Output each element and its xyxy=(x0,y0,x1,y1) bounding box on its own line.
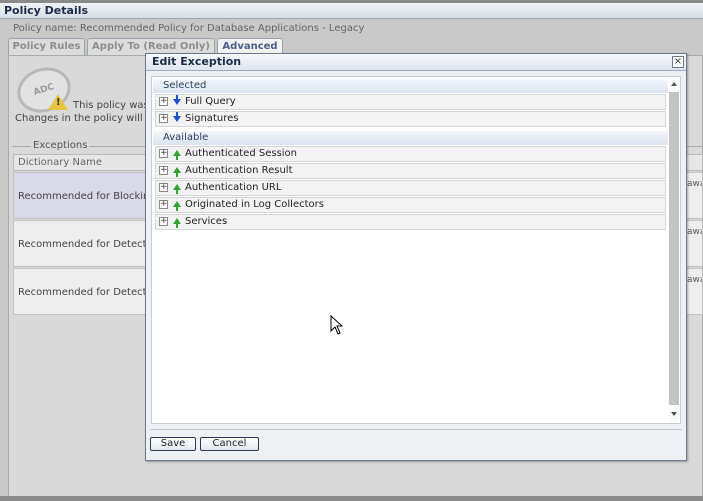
policy-warning-line1: This policy was xyxy=(73,100,149,111)
tree-item-signatures[interactable]: + Signatures xyxy=(155,111,666,127)
table-row[interactable]: Recommended for Detectio xyxy=(13,220,149,267)
tree-item-label: Full Query xyxy=(185,96,236,107)
table-row[interactable]: Recommended for Blocking xyxy=(13,172,149,219)
exceptions-legend: Exceptions xyxy=(31,140,90,151)
tree-item-label: Authenticated Session xyxy=(185,148,298,159)
policy-warning-line2: Changes in the policy will a xyxy=(15,113,152,124)
available-section-header: Available xyxy=(153,131,668,145)
scroll-down-icon[interactable] xyxy=(671,412,677,416)
cancel-button[interactable]: Cancel xyxy=(200,437,259,451)
tab-policy-rules[interactable]: Policy Rules xyxy=(8,38,85,55)
arrow-up-icon[interactable] xyxy=(173,167,181,177)
table-row[interactable]: Recommended for Detectio xyxy=(13,268,149,315)
arrow-down-icon[interactable] xyxy=(173,112,181,122)
tree-item-label: Services xyxy=(185,216,228,227)
expand-icon[interactable]: + xyxy=(159,97,168,106)
mouse-pointer-icon xyxy=(330,315,343,335)
table-cell: awa xyxy=(686,268,703,315)
tree-item-label: Signatures xyxy=(185,113,239,124)
dictionary-name-column-header[interactable]: Dictionary Name xyxy=(13,154,149,171)
tree-item-label: Originated in Log Collectors xyxy=(185,199,324,210)
vertical-scrollbar[interactable] xyxy=(669,78,679,422)
tree-item-authentication-result[interactable]: + Authentication Result xyxy=(155,163,666,179)
expand-icon[interactable]: + xyxy=(159,149,168,158)
expand-icon[interactable]: + xyxy=(159,200,168,209)
expand-icon[interactable]: + xyxy=(159,217,168,226)
tree-item-label: Authentication Result xyxy=(185,165,293,176)
arrow-up-icon[interactable] xyxy=(173,150,181,160)
expand-icon[interactable]: + xyxy=(159,166,168,175)
arrow-up-icon[interactable] xyxy=(173,184,181,194)
button-bar-divider xyxy=(150,429,682,430)
arrow-up-icon[interactable] xyxy=(173,201,181,211)
tree-item-authentication-url[interactable]: + Authentication URL xyxy=(155,180,666,196)
selected-section-header: Selected xyxy=(153,79,668,93)
tree-item-label: Authentication URL xyxy=(185,182,282,193)
tree-item-authenticated-session[interactable]: + Authenticated Session xyxy=(155,146,666,162)
dialog-title: Edit Exception xyxy=(146,54,686,71)
tree-item-services[interactable]: + Services xyxy=(155,214,666,230)
column-header[interactable] xyxy=(686,154,703,171)
table-cell: awa xyxy=(686,220,703,267)
table-cell: awa xyxy=(686,172,703,219)
window-title: Policy Details xyxy=(0,3,703,19)
scroll-up-icon[interactable] xyxy=(671,82,677,86)
arrow-up-icon[interactable] xyxy=(173,218,181,228)
expand-icon[interactable]: + xyxy=(159,183,168,192)
tree-item-originated-in-log-collectors[interactable]: + Originated in Log Collectors xyxy=(155,197,666,213)
close-icon[interactable]: × xyxy=(672,56,684,68)
expand-icon[interactable]: + xyxy=(159,114,168,123)
arrow-down-icon[interactable] xyxy=(173,95,181,105)
scrollbar-thumb[interactable] xyxy=(669,92,679,405)
tree-item-full-query[interactable]: + Full Query xyxy=(155,94,666,110)
warning-icon xyxy=(48,94,68,110)
save-button[interactable]: Save xyxy=(150,437,196,451)
exception-tree: Selected + Full Query + Signatures Avail… xyxy=(151,76,681,424)
policy-name-label: Policy name: Recommended Policy for Data… xyxy=(13,23,365,34)
edit-exception-dialog: Edit Exception × Selected + Full Query +… xyxy=(145,53,687,461)
bottom-strip xyxy=(0,496,703,501)
